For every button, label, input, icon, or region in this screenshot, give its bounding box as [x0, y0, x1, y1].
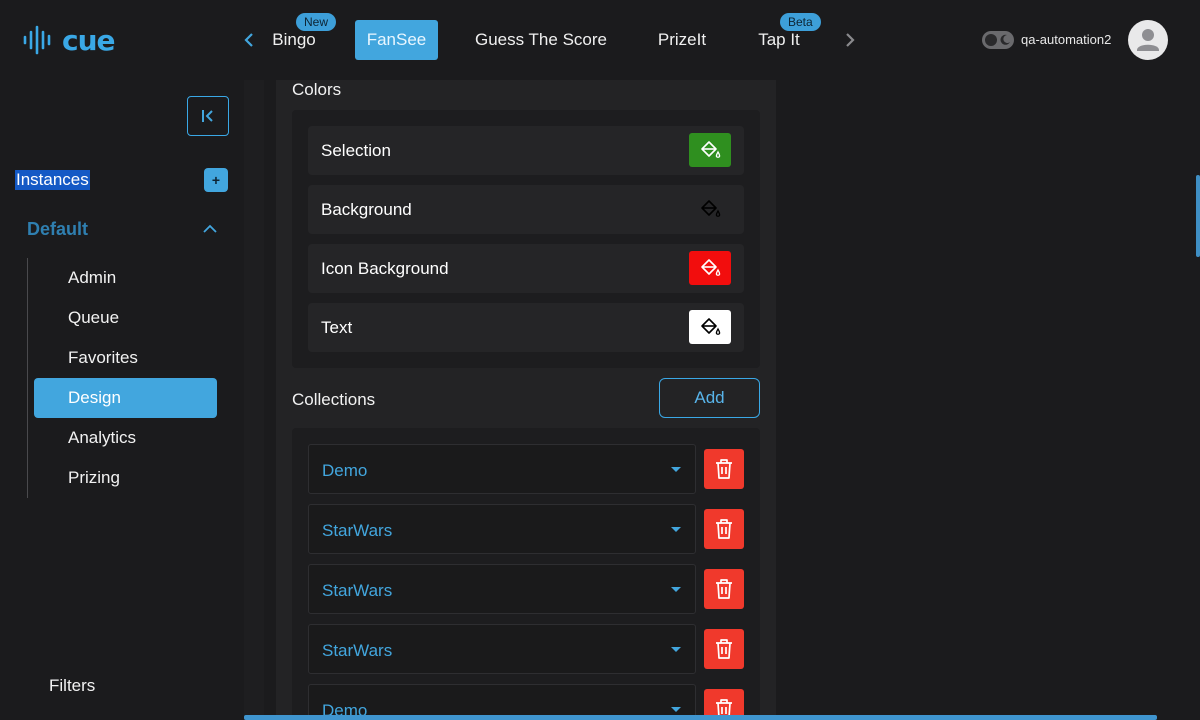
collapse-sidebar-icon — [202, 110, 213, 122]
collection-value: StarWars — [322, 641, 393, 660]
color-label: Text — [321, 318, 353, 337]
waveform-icon — [23, 25, 51, 55]
tab-label: Tap It — [758, 30, 800, 49]
caret-down-icon — [671, 527, 681, 532]
paint-bucket-icon — [701, 200, 721, 217]
collection-select[interactable]: StarWars — [308, 624, 696, 674]
collection-row: StarWars — [308, 564, 744, 614]
sidebar-item-design[interactable]: Design — [34, 378, 217, 418]
moon-icon — [1000, 34, 1010, 45]
sidebar-item-prizing[interactable]: Prizing — [34, 458, 217, 498]
color-label: Icon Background — [321, 259, 449, 278]
tab-guess-the-score[interactable]: Guess The Score — [468, 20, 614, 60]
sidebar-item-queue[interactable]: Queue — [34, 298, 217, 338]
collection-select[interactable]: StarWars — [308, 504, 696, 554]
chevron-left-icon — [244, 33, 253, 47]
text-color-swatch[interactable] — [689, 310, 731, 344]
tree-line — [27, 258, 28, 498]
caret-down-icon — [671, 467, 681, 472]
nav-next-button[interactable] — [838, 28, 862, 52]
instance-default[interactable]: Default — [27, 219, 88, 240]
paint-bucket-icon — [701, 318, 721, 335]
tab-label: Bingo — [272, 30, 316, 49]
paint-bucket-icon — [701, 141, 721, 158]
delete-collection-button[interactable] — [704, 449, 744, 489]
background-color-swatch[interactable] — [689, 192, 731, 226]
tab-tap-it[interactable]: Tap It Beta — [750, 13, 821, 60]
colors-list: Selection Background Icon Background Tex… — [292, 110, 760, 368]
trash-icon — [716, 519, 732, 539]
collection-select[interactable]: Demo — [308, 444, 696, 494]
tab-fansee[interactable]: FanSee — [355, 20, 438, 60]
collection-value: StarWars — [322, 521, 393, 540]
color-row-icon-background: Icon Background — [308, 244, 744, 293]
nav-prev-button[interactable] — [237, 28, 261, 52]
selection-color-swatch[interactable] — [689, 133, 731, 167]
sidebar-item-admin[interactable]: Admin — [34, 258, 217, 298]
collection-value: Demo — [322, 461, 368, 480]
collection-row: StarWars — [308, 504, 744, 554]
brand-name: cue — [62, 23, 116, 57]
new-badge: New — [296, 13, 337, 31]
top-bar: cue Bingo New FanSee Guess The Score Pri… — [0, 0, 1200, 80]
color-row-selection: Selection — [308, 126, 744, 175]
sidebar: Instances + Default Admin Queue Favorite… — [0, 80, 244, 720]
collection-row: StarWars — [308, 624, 744, 674]
delete-collection-button[interactable] — [704, 629, 744, 669]
trash-icon — [716, 459, 732, 479]
theme-toggle[interactable] — [982, 31, 1014, 49]
collection-select[interactable]: StarWars — [308, 564, 696, 614]
tab-label: FanSee — [366, 30, 427, 49]
user-avatar[interactable] — [1128, 20, 1168, 60]
icon-background-color-swatch[interactable] — [689, 251, 731, 285]
main-gutter — [244, 80, 264, 720]
add-collection-button[interactable]: Add — [659, 378, 760, 418]
color-row-text: Text — [308, 303, 744, 352]
horizontal-scrollbar[interactable] — [244, 715, 1157, 720]
beta-badge: Beta — [780, 13, 821, 31]
trash-icon — [716, 579, 732, 599]
color-row-background: Background — [308, 185, 744, 234]
chevron-up-icon[interactable] — [201, 221, 219, 237]
trash-icon — [716, 639, 732, 659]
tab-label: Guess The Score — [475, 30, 607, 49]
add-instance-button[interactable]: + — [204, 168, 228, 192]
collection-value: StarWars — [322, 581, 393, 600]
tab-label: PrizeIt — [657, 30, 707, 49]
brand-logo[interactable]: cue — [22, 22, 116, 58]
caret-down-icon — [671, 707, 681, 712]
caret-down-icon — [671, 587, 681, 592]
color-label: Selection — [321, 141, 391, 160]
color-label: Background — [321, 200, 412, 219]
chevron-right-icon — [846, 33, 855, 47]
design-panel: Colors Selection Background Icon Backgro… — [276, 80, 776, 720]
caret-down-icon — [671, 647, 681, 652]
collection-row: Demo — [308, 444, 744, 494]
username: qa-automation2 — [1021, 32, 1112, 47]
vertical-scrollbar[interactable] — [1196, 175, 1200, 257]
instances-heading: Instances — [15, 170, 90, 190]
sidebar-item-analytics[interactable]: Analytics — [34, 418, 217, 458]
sidebar-item-favorites[interactable]: Favorites — [34, 338, 217, 378]
collapse-sidebar-button[interactable] — [187, 96, 229, 136]
delete-collection-button[interactable] — [704, 509, 744, 549]
paint-bucket-icon — [701, 259, 721, 276]
colors-heading: Colors — [292, 80, 342, 99]
filters-link[interactable]: Filters — [49, 676, 95, 696]
tab-bingo[interactable]: Bingo New — [264, 13, 337, 60]
collections-heading: Collections — [292, 390, 376, 409]
user-icon — [1137, 29, 1159, 51]
collections-list: Demo StarWars StarWars StarWars Demo — [292, 428, 760, 720]
delete-collection-button[interactable] — [704, 569, 744, 609]
tab-prizeit[interactable]: PrizeIt — [648, 20, 716, 60]
toggle-knob — [985, 34, 997, 46]
